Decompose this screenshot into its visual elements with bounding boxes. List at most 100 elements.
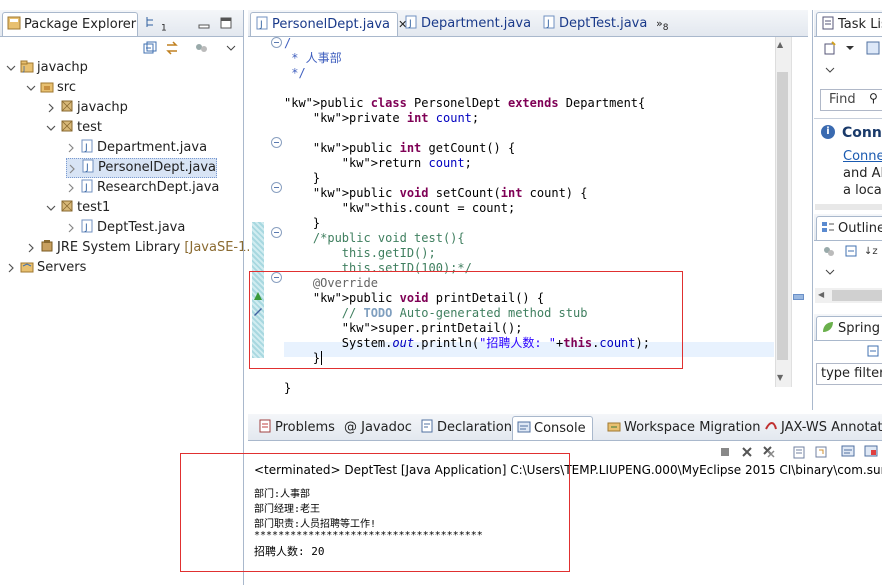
- clear-console-icon[interactable]: [792, 445, 806, 459]
- collapsed-chevron-icon[interactable]: [66, 183, 76, 193]
- spring-filter-input[interactable]: type filter t: [816, 363, 882, 385]
- package-explorer-icon: [7, 15, 21, 30]
- collapsed-chevron-icon[interactable]: [66, 143, 76, 153]
- collapsed-chevron-icon[interactable]: [66, 223, 76, 233]
- code-line[interactable]: }: [284, 216, 320, 231]
- tree-item[interactable]: J Department.java: [66, 138, 207, 158]
- hierarchy-icon: [144, 14, 158, 28]
- fold-toggle-icon[interactable]: [271, 182, 282, 193]
- tab-spring-explorer[interactable]: Spring E: [816, 316, 882, 340]
- spring-title: Spring E: [838, 321, 882, 336]
- tab-depttest[interactable]: J DeptTest.java: [538, 12, 653, 35]
- connect-scrollbar[interactable]: [815, 204, 882, 210]
- tab-console[interactable]: Console: [512, 416, 593, 440]
- tab-problems[interactable]: Problems: [254, 416, 341, 439]
- tree-item[interactable]: Jjavachp: [6, 58, 88, 78]
- dropdown-icon[interactable]: [843, 41, 857, 55]
- code-line[interactable]: * 人事部: [284, 51, 341, 66]
- remove-all-icon[interactable]: [762, 445, 776, 459]
- expanded-chevron-icon[interactable]: [46, 123, 56, 133]
- tree-item[interactable]: J ResearchDept.java: [66, 178, 219, 198]
- code-line[interactable]: /*public void test(){: [284, 231, 465, 246]
- connect-link[interactable]: Conne: [843, 149, 882, 164]
- find-field[interactable]: Find ⚲: [820, 89, 882, 111]
- view-menu-icon[interactable]: [823, 63, 837, 77]
- collapse-all-icon[interactable]: [143, 41, 157, 55]
- collapse-all-icon[interactable]: [844, 244, 858, 258]
- right-divider: [812, 10, 813, 410]
- collapse-all-icon[interactable]: [866, 344, 880, 358]
- tree-item[interactable]: Servers: [6, 258, 86, 278]
- scroll-up-icon[interactable]: ▲: [777, 40, 783, 49]
- maximize-icon[interactable]: [219, 16, 233, 30]
- tab-personeldept[interactable]: J PersonelDept.java ✕: [250, 12, 407, 36]
- fold-toggle-icon[interactable]: [271, 227, 282, 238]
- code-line[interactable]: /: [284, 36, 291, 51]
- scroll-left-icon[interactable]: ◀: [818, 290, 824, 299]
- svg-text:J: J: [408, 19, 412, 29]
- code-line[interactable]: }: [284, 171, 320, 186]
- terminate-icon[interactable]: [718, 445, 732, 459]
- code-line[interactable]: "kw">public int getCount() {: [284, 141, 515, 156]
- tab-overflow[interactable]: »8: [652, 12, 674, 35]
- code-line[interactable]: "kw">public void setCount(int count) {: [284, 186, 588, 201]
- minimize-icon[interactable]: [197, 16, 211, 30]
- categorize-icon[interactable]: [866, 41, 880, 55]
- hide-fields-icon[interactable]: [822, 244, 836, 258]
- tab-department[interactable]: J Department.java: [400, 12, 537, 35]
- tab-javadoc[interactable]: @ Javadoc: [340, 416, 418, 439]
- view-menu-icon[interactable]: [823, 265, 837, 279]
- sort-icon[interactable]: ↓z: [864, 243, 878, 257]
- pin-console-icon[interactable]: [841, 444, 855, 458]
- tab-icon: [420, 418, 434, 433]
- expanded-chevron-icon[interactable]: [6, 63, 16, 73]
- display-console-icon[interactable]: [864, 444, 878, 458]
- remove-launch-icon[interactable]: [740, 445, 754, 459]
- tree-item[interactable]: J DeptTest.java: [66, 218, 185, 238]
- code-line[interactable]: "kw">this.count = count;: [284, 201, 515, 216]
- new-task-icon[interactable]: [823, 41, 837, 55]
- tree-item[interactable]: J PersonelDept.java: [66, 158, 218, 178]
- tab-hierarchy[interactable]: 1: [140, 12, 173, 35]
- task-list-icon: [821, 15, 835, 30]
- tab-package-explorer[interactable]: Package Explorer: [2, 12, 138, 36]
- code-line[interactable]: "kw">private int count;: [284, 111, 479, 126]
- collapsed-chevron-icon[interactable]: [6, 263, 16, 273]
- code-line[interactable]: "kw">return count;: [284, 156, 472, 171]
- outline-hscroll-thumb[interactable]: [832, 290, 882, 301]
- tab-workspace-migration[interactable]: Workspace Migration: [603, 416, 766, 439]
- tree-item[interactable]: test1: [46, 198, 110, 218]
- collapsed-chevron-icon[interactable]: [26, 243, 36, 253]
- code-line[interactable]: "kw">public class PersonelDept extends D…: [284, 96, 645, 111]
- overview-marker[interactable]: [793, 294, 804, 300]
- fold-toggle-icon[interactable]: [271, 37, 282, 48]
- view-menu-icon[interactable]: [224, 41, 238, 55]
- tree-item[interactable]: javachp: [46, 98, 128, 118]
- expanded-chevron-icon[interactable]: [26, 83, 36, 93]
- tab-jax-ws-annotation[interactable]: JAX-WS Annotation: [760, 416, 882, 439]
- tab-task-list[interactable]: Task Lis: [816, 12, 882, 36]
- code-line[interactable]: */: [284, 66, 305, 81]
- tab-outline[interactable]: Outline: [816, 216, 882, 240]
- svg-text:↓z: ↓z: [864, 246, 878, 257]
- filter-placeholder: type filter t: [821, 366, 882, 381]
- connect-text-2: a local: [843, 183, 882, 198]
- tree-item[interactable]: JRE System Library [JavaSE-1.7: [26, 238, 259, 258]
- code-line[interactable]: this.getID();: [284, 246, 436, 261]
- code-line[interactable]: }: [284, 381, 291, 396]
- filter-icon[interactable]: [194, 41, 208, 55]
- java-icon: J: [80, 179, 94, 193]
- editor-vscroll-thumb[interactable]: [777, 72, 788, 360]
- fold-toggle-icon[interactable]: [271, 137, 282, 148]
- scroll-down-icon[interactable]: ▼: [777, 373, 783, 382]
- collapsed-chevron-icon[interactable]: [46, 103, 56, 113]
- tab-declaration[interactable]: Declaration: [416, 416, 518, 439]
- tree-item[interactable]: test: [46, 118, 102, 138]
- collapsed-chevron-icon[interactable]: [67, 164, 77, 174]
- outline-title: Outline: [838, 221, 882, 236]
- tree-item[interactable]: src: [26, 78, 76, 98]
- svg-text:J: J: [259, 20, 263, 30]
- scroll-lock-icon[interactable]: [814, 445, 828, 459]
- expanded-chevron-icon[interactable]: [46, 203, 56, 213]
- link-editor-icon[interactable]: [165, 41, 179, 55]
